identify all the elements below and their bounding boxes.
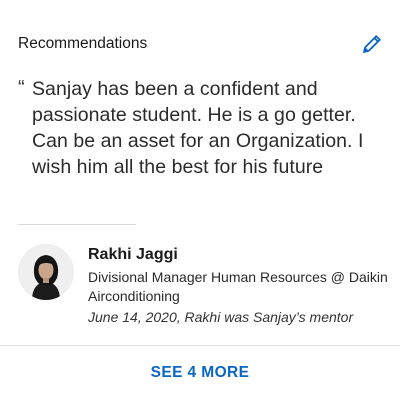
- recommender-info: Rakhi Jaggi Divisional Manager Human Res…: [88, 244, 398, 327]
- divider: [18, 224, 136, 225]
- avatar[interactable]: [18, 244, 74, 300]
- avatar-photo: [18, 244, 74, 300]
- edit-button[interactable]: [358, 30, 386, 58]
- quote-mark: “: [18, 77, 25, 99]
- recommender[interactable]: Rakhi Jaggi Divisional Manager Human Res…: [18, 244, 390, 334]
- recommender-headline: Divisional Manager Human Resources @ Dai…: [88, 269, 388, 304]
- recommendation-meta: June 14, 2020, Rakhi was Sanjay’s mentor: [88, 309, 354, 325]
- section-title: Recommendations: [18, 35, 148, 52]
- see-more-button[interactable]: SEE 4 MORE: [0, 346, 400, 400]
- recommendations-card: Recommendations “ Sanjay has been a conf…: [0, 0, 400, 400]
- section-header: Recommendations: [18, 34, 386, 58]
- recommendation-text: Sanjay has been a confident and passiona…: [32, 78, 364, 178]
- pencil-icon: [363, 35, 381, 53]
- recommender-name[interactable]: Rakhi Jaggi: [88, 244, 398, 266]
